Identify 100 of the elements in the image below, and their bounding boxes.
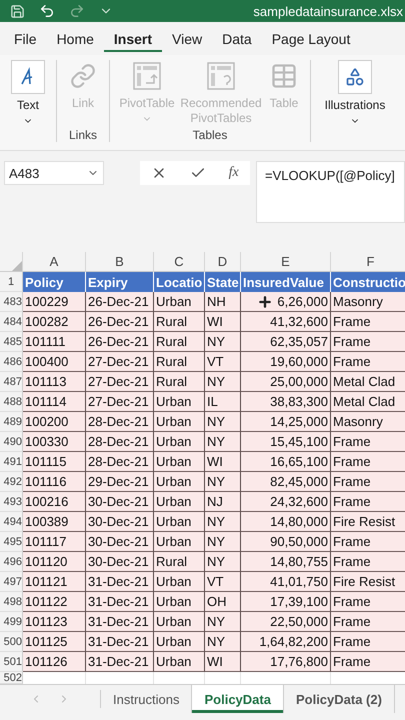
table-cell: 41,01,750: [241, 572, 331, 592]
row-number[interactable]: 501: [0, 652, 23, 672]
ribbon-tab[interactable]: View: [162, 22, 212, 55]
table-cell: Urban: [154, 412, 205, 432]
table-cell: 101120: [23, 552, 86, 572]
table-cell: Metal Clad: [331, 392, 405, 412]
row-number[interactable]: 483: [0, 292, 23, 312]
formula-field[interactable]: =VLOOKUP([@Policy]: [256, 161, 405, 223]
row-number[interactable]: 487: [0, 372, 23, 392]
link-icon: [70, 63, 96, 89]
table-cell: Urban: [154, 572, 205, 592]
corner-triangle-icon: [12, 261, 22, 271]
table-cell: Urban: [154, 492, 205, 512]
table-cell: Urban: [154, 432, 205, 452]
sheet-tab[interactable]: PolicyData: [192, 685, 284, 713]
table-cell: Urban: [154, 612, 205, 632]
row-number[interactable]: 1: [0, 272, 23, 292]
row-number[interactable]: 494: [0, 512, 23, 532]
table-cell: Frame: [331, 312, 405, 332]
table-cell: 101123: [23, 612, 86, 632]
table-cell: 14,25,000: [241, 412, 331, 432]
row-number[interactable]: 488: [0, 392, 23, 412]
table-cell: NY: [205, 612, 241, 632]
ribbon-tab[interactable]: Insert: [104, 22, 162, 55]
table-cell: Fire Resist: [331, 512, 405, 532]
table-cell: Urban: [154, 532, 205, 552]
row-number[interactable]: 498: [0, 592, 23, 612]
table-cell: 28-Dec-21: [86, 452, 154, 472]
row-number[interactable]: 486: [0, 352, 23, 372]
table-cell: Frame: [331, 532, 405, 552]
table-cell: 26-Dec-21: [86, 312, 154, 332]
table-cell: Metal Clad: [331, 372, 405, 392]
row-number[interactable]: 485: [0, 332, 23, 352]
header-cell: Locatio: [154, 272, 205, 292]
name-box[interactable]: A483: [4, 161, 104, 185]
column-header[interactable]: E: [241, 252, 331, 272]
row-number[interactable]: 490: [0, 432, 23, 452]
table-cell: 101115: [23, 452, 86, 472]
cursor-icon: [257, 294, 274, 310]
table-cell: Frame: [331, 492, 405, 512]
table-cell: 31-Dec-21: [86, 632, 154, 652]
table-cell: 6,26,000: [241, 292, 331, 312]
column-header[interactable]: C: [154, 252, 205, 272]
row-number[interactable]: 484: [0, 312, 23, 332]
shapes-icon: [345, 67, 365, 87]
row-number[interactable]: 491: [0, 452, 23, 472]
ribbon-tab[interactable]: Data: [212, 22, 262, 55]
table-cell: 27-Dec-21: [86, 392, 154, 412]
table-cell: 82,45,000: [241, 472, 331, 492]
column-header[interactable]: A: [23, 252, 86, 272]
row-number[interactable]: 496: [0, 552, 23, 572]
table-cell: Frame: [331, 592, 405, 612]
header-cell: InsuredValue: [241, 272, 331, 292]
undo-icon[interactable]: [39, 3, 55, 19]
table-cell: Urban: [154, 452, 205, 472]
table-cell: 38,83,300: [241, 392, 331, 412]
table-cell: Frame: [331, 452, 405, 472]
table-cell: Urban: [154, 512, 205, 532]
column-header[interactable]: D: [205, 252, 241, 272]
table-cell: 25,00,000: [241, 372, 331, 392]
table-cell: 41,32,600: [241, 312, 331, 332]
table-cell: 101121: [23, 572, 86, 592]
table-cell: 31-Dec-21: [86, 612, 154, 632]
header-cell: Expiry: [86, 272, 154, 292]
table-cell: NY: [205, 412, 241, 432]
table-cell: Rural: [154, 552, 205, 572]
row-number[interactable]: 497: [0, 572, 23, 592]
table-cell: Frame: [331, 352, 405, 372]
table-cell: Rural: [154, 372, 205, 392]
row-number[interactable]: 502: [0, 672, 23, 684]
table-cell: 101125: [23, 632, 86, 652]
table-cell: Frame: [331, 632, 405, 652]
insert-function-button[interactable]: fx: [228, 165, 239, 181]
ribbon-command[interactable]: Text: [6, 60, 50, 142]
row-number[interactable]: 492: [0, 472, 23, 492]
row-number[interactable]: 493: [0, 492, 23, 512]
table-cell: 100229: [23, 292, 86, 312]
ribbon-command[interactable]: Illustrations: [317, 60, 393, 142]
table-cell: Frame: [331, 552, 405, 572]
ribbon-tab[interactable]: Home: [46, 22, 104, 55]
table-cell: NY: [205, 552, 241, 572]
table-cell: Masonry: [331, 292, 405, 312]
row-number[interactable]: 500: [0, 632, 23, 652]
table-cell: 62,35,057: [241, 332, 331, 352]
table-cell: 31-Dec-21: [86, 572, 154, 592]
table-cell: 28-Dec-21: [86, 412, 154, 432]
table-cell: Frame: [331, 612, 405, 632]
table-cell: 101116: [23, 472, 86, 492]
table-cell: 29-Dec-21: [86, 472, 154, 492]
ribbon-tab[interactable]: File: [4, 22, 47, 55]
redo-icon[interactable]: [69, 3, 85, 19]
row-number[interactable]: 489: [0, 412, 23, 432]
column-header[interactable]: B: [86, 252, 154, 272]
row-number[interactable]: 495: [0, 532, 23, 552]
table-cell: 14,80,000: [241, 512, 331, 532]
table-cell: 30-Dec-21: [86, 492, 154, 512]
ribbon-tab[interactable]: Page Layout: [262, 22, 360, 55]
row-number[interactable]: 499: [0, 612, 23, 632]
table-cell: Urban: [154, 632, 205, 652]
save-icon[interactable]: [10, 4, 25, 18]
